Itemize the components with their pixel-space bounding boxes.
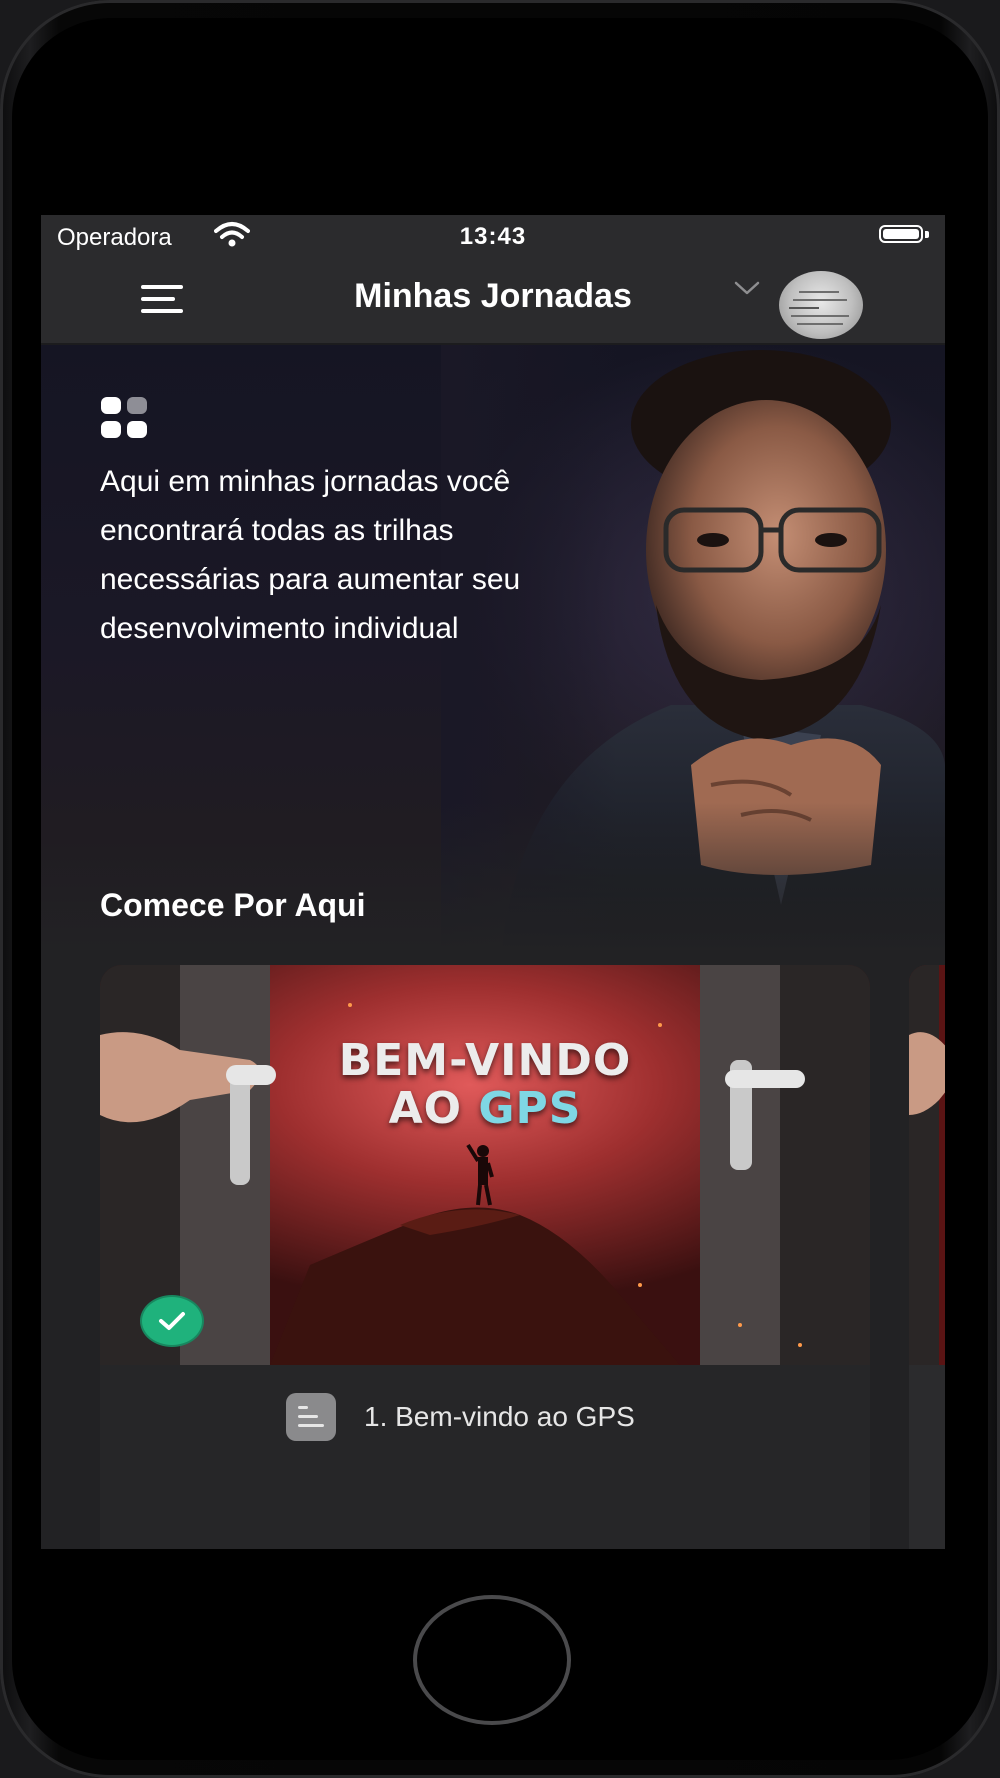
chevron-down-icon[interactable] xyxy=(733,279,761,297)
welcome-banner-image xyxy=(100,965,870,1365)
hero-description: Aqui em minhas jornadas você encontrará … xyxy=(100,465,521,645)
section-title: Comece Por Aqui xyxy=(100,887,366,923)
home-button[interactable] xyxy=(413,1595,571,1725)
card-image-title-line1: BEM-VINDO xyxy=(338,1035,632,1086)
app-header: Minhas Jornadas xyxy=(41,255,945,345)
hero-banner: Aqui em minhas jornadas você encontrará … xyxy=(41,345,945,955)
app-screen: Operadora 13:43 Minhas Jornadas Aqui em … xyxy=(41,215,945,1549)
lesson-card-footer: 1. Bem-vindo ao GPS xyxy=(100,1365,870,1549)
lesson-card-image: BEM-VINDO AO GPS xyxy=(100,965,870,1365)
card-image-title-line2: AO GPS xyxy=(388,1083,582,1134)
battery-icon xyxy=(879,225,931,245)
document-icon xyxy=(286,1393,336,1441)
avatar[interactable] xyxy=(779,271,863,339)
lesson-card[interactable]: BEM-VINDO AO GPS 1. Bem-vindo ao GPS xyxy=(100,965,870,1549)
lesson-title: 1. Bem-vindo ao GPS xyxy=(364,1401,635,1432)
gps-highlight: GPS xyxy=(478,1083,582,1134)
grid-icon xyxy=(101,397,153,441)
status-bar: Operadora 13:43 xyxy=(41,215,945,255)
completed-check-icon xyxy=(140,1295,204,1347)
status-time: 13:43 xyxy=(459,223,527,250)
next-lesson-card[interactable] xyxy=(909,965,945,1549)
